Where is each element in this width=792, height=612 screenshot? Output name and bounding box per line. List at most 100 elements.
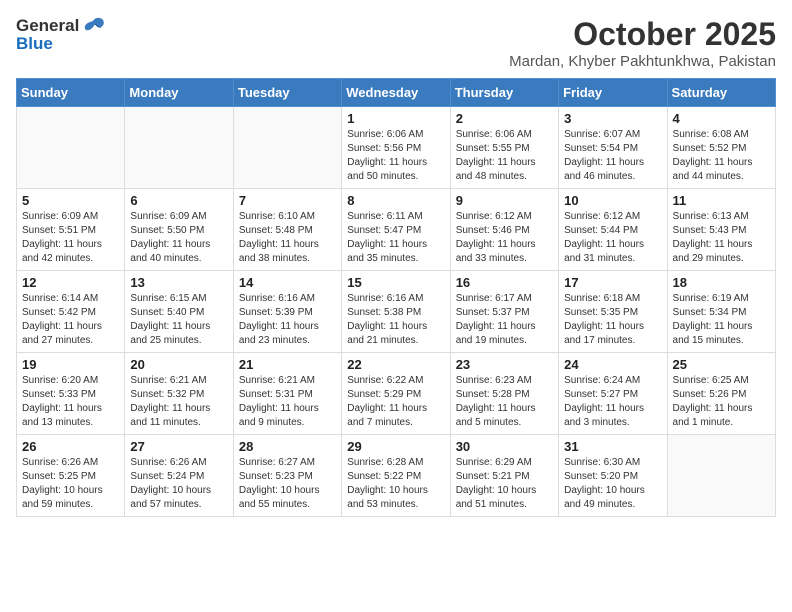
day-number: 16 xyxy=(456,275,553,290)
day-info: Sunrise: 6:19 AMSunset: 5:34 PMDaylight:… xyxy=(673,292,770,348)
day-number: 15 xyxy=(347,275,444,290)
day-info: Sunrise: 6:24 AMSunset: 5:27 PMDaylight:… xyxy=(564,374,661,430)
day-number: 19 xyxy=(22,357,119,372)
day-of-week-header: Sunday xyxy=(17,79,125,107)
day-number: 9 xyxy=(456,193,553,208)
day-number: 25 xyxy=(673,357,770,372)
day-info: Sunrise: 6:13 AMSunset: 5:43 PMDaylight:… xyxy=(673,210,770,266)
day-info: Sunrise: 6:09 AMSunset: 5:51 PMDaylight:… xyxy=(22,210,119,266)
day-info: Sunrise: 6:25 AMSunset: 5:26 PMDaylight:… xyxy=(673,374,770,430)
day-info: Sunrise: 6:16 AMSunset: 5:39 PMDaylight:… xyxy=(239,292,336,348)
day-info: Sunrise: 6:30 AMSunset: 5:20 PMDaylight:… xyxy=(564,456,661,512)
day-of-week-header: Saturday xyxy=(667,79,775,107)
calendar-cell: 30Sunrise: 6:29 AMSunset: 5:21 PMDayligh… xyxy=(450,435,558,517)
day-of-week-header: Wednesday xyxy=(342,79,450,107)
logo-blue-text: Blue xyxy=(16,34,53,54)
day-info: Sunrise: 6:20 AMSunset: 5:33 PMDaylight:… xyxy=(22,374,119,430)
day-number: 5 xyxy=(22,193,119,208)
day-of-week-header: Friday xyxy=(559,79,667,107)
calendar-cell: 12 Sunrise: 6:14 AMSunset: 5:42 PMDayligh… xyxy=(17,271,125,353)
day-number: 22 xyxy=(347,357,444,372)
day-info: Sunrise: 6:21 AMSunset: 5:32 PMDaylight:… xyxy=(130,374,227,430)
day-info: Sunrise: 6:10 AMSunset: 5:48 PMDaylight:… xyxy=(239,210,336,266)
calendar-cell: 25 Sunrise: 6:25 AMSunset: 5:26 PMDayligh… xyxy=(667,353,775,435)
day-number: 3 xyxy=(564,111,661,126)
calendar-cell: 16 Sunrise: 6:17 AMSunset: 5:37 PMDayligh… xyxy=(450,271,558,353)
page-header: General Blue October 2025 Mardan, Khyber… xyxy=(16,16,776,70)
title-section: October 2025 Mardan, Khyber Pakhtunkhwa,… xyxy=(509,16,776,70)
day-info: Sunrise: 6:23 AMSunset: 5:28 PMDaylight:… xyxy=(456,374,553,430)
calendar-cell: 20Sunrise: 6:21 AMSunset: 5:32 PMDayligh… xyxy=(125,353,233,435)
day-number: 12 xyxy=(22,275,119,290)
calendar-cell: 11 Sunrise: 6:13 AMSunset: 5:43 PMDayligh… xyxy=(667,189,775,271)
calendar-cell: 23Sunrise: 6:23 AMSunset: 5:28 PMDayligh… xyxy=(450,353,558,435)
calendar-cell xyxy=(125,107,233,189)
calendar-cell: 5 Sunrise: 6:09 AMSunset: 5:51 PMDaylight… xyxy=(17,189,125,271)
day-number: 17 xyxy=(564,275,661,290)
calendar-cell: 9 Sunrise: 6:12 AMSunset: 5:46 PMDaylight… xyxy=(450,189,558,271)
day-number: 10 xyxy=(564,193,661,208)
logo-bird-icon xyxy=(83,17,105,35)
day-number: 30 xyxy=(456,439,553,454)
month-title: October 2025 xyxy=(509,16,776,53)
day-number: 1 xyxy=(347,111,444,126)
calendar-week-row: 26 Sunrise: 6:26 AMSunset: 5:25 PMDayligh… xyxy=(17,435,776,517)
calendar-cell: 7 Sunrise: 6:10 AMSunset: 5:48 PMDaylight… xyxy=(233,189,341,271)
location-text: Mardan, Khyber Pakhtunkhwa, Pakistan xyxy=(509,53,776,70)
calendar-cell: 31 Sunrise: 6:30 AMSunset: 5:20 PMDayligh… xyxy=(559,435,667,517)
day-info: Sunrise: 6:27 AMSunset: 5:23 PMDaylight:… xyxy=(239,456,336,512)
calendar-cell: 29 Sunrise: 6:28 AMSunset: 5:22 PMDayligh… xyxy=(342,435,450,517)
day-info: Sunrise: 6:09 AMSunset: 5:50 PMDaylight:… xyxy=(130,210,227,266)
day-number: 11 xyxy=(673,193,770,208)
day-number: 14 xyxy=(239,275,336,290)
day-number: 27 xyxy=(130,439,227,454)
day-info: Sunrise: 6:28 AMSunset: 5:22 PMDaylight:… xyxy=(347,456,444,512)
day-number: 24 xyxy=(564,357,661,372)
day-info: Sunrise: 6:12 AMSunset: 5:46 PMDaylight:… xyxy=(456,210,553,266)
day-number: 28 xyxy=(239,439,336,454)
day-number: 29 xyxy=(347,439,444,454)
calendar-week-row: 5 Sunrise: 6:09 AMSunset: 5:51 PMDaylight… xyxy=(17,189,776,271)
calendar-cell: 13 Sunrise: 6:15 AMSunset: 5:40 PMDayligh… xyxy=(125,271,233,353)
calendar-week-row: 19 Sunrise: 6:20 AMSunset: 5:33 PMDayligh… xyxy=(17,353,776,435)
calendar-cell: 8Sunrise: 6:11 AMSunset: 5:47 PMDaylight… xyxy=(342,189,450,271)
day-number: 26 xyxy=(22,439,119,454)
day-number: 31 xyxy=(564,439,661,454)
day-info: Sunrise: 6:12 AMSunset: 5:44 PMDaylight:… xyxy=(564,210,661,266)
day-info: Sunrise: 6:21 AMSunset: 5:31 PMDaylight:… xyxy=(239,374,336,430)
calendar-cell: 4Sunrise: 6:08 AMSunset: 5:52 PMDaylight… xyxy=(667,107,775,189)
day-of-week-header: Monday xyxy=(125,79,233,107)
day-number: 21 xyxy=(239,357,336,372)
day-info: Sunrise: 6:22 AMSunset: 5:29 PMDaylight:… xyxy=(347,374,444,430)
day-number: 7 xyxy=(239,193,336,208)
day-number: 18 xyxy=(673,275,770,290)
calendar-week-row: 12 Sunrise: 6:14 AMSunset: 5:42 PMDayligh… xyxy=(17,271,776,353)
day-of-week-header: Thursday xyxy=(450,79,558,107)
calendar-table: SundayMondayTuesdayWednesdayThursdayFrid… xyxy=(16,78,776,517)
day-number: 13 xyxy=(130,275,227,290)
day-info: Sunrise: 6:15 AMSunset: 5:40 PMDaylight:… xyxy=(130,292,227,348)
calendar-header-row: SundayMondayTuesdayWednesdayThursdayFrid… xyxy=(17,79,776,107)
day-info: Sunrise: 6:18 AMSunset: 5:35 PMDaylight:… xyxy=(564,292,661,348)
calendar-cell: 28 Sunrise: 6:27 AMSunset: 5:23 PMDayligh… xyxy=(233,435,341,517)
logo: General Blue xyxy=(16,16,105,54)
day-info: Sunrise: 6:26 AMSunset: 5:24 PMDaylight:… xyxy=(130,456,227,512)
day-info: Sunrise: 6:26 AMSunset: 5:25 PMDaylight:… xyxy=(22,456,119,512)
day-number: 6 xyxy=(130,193,227,208)
day-info: Sunrise: 6:14 AMSunset: 5:42 PMDaylight:… xyxy=(22,292,119,348)
calendar-cell: 24 Sunrise: 6:24 AMSunset: 5:27 PMDayligh… xyxy=(559,353,667,435)
day-of-week-header: Tuesday xyxy=(233,79,341,107)
day-number: 8 xyxy=(347,193,444,208)
calendar-cell: 17 Sunrise: 6:18 AMSunset: 5:35 PMDayligh… xyxy=(559,271,667,353)
calendar-cell: 3 Sunrise: 6:07 AMSunset: 5:54 PMDaylight… xyxy=(559,107,667,189)
calendar-cell xyxy=(667,435,775,517)
calendar-cell: 15Sunrise: 6:16 AMSunset: 5:38 PMDayligh… xyxy=(342,271,450,353)
calendar-cell xyxy=(17,107,125,189)
calendar-cell: 27 Sunrise: 6:26 AMSunset: 5:24 PMDayligh… xyxy=(125,435,233,517)
day-info: Sunrise: 6:07 AMSunset: 5:54 PMDaylight:… xyxy=(564,128,661,184)
day-info: Sunrise: 6:17 AMSunset: 5:37 PMDaylight:… xyxy=(456,292,553,348)
calendar-cell xyxy=(233,107,341,189)
calendar-cell: 26 Sunrise: 6:26 AMSunset: 5:25 PMDayligh… xyxy=(17,435,125,517)
calendar-week-row: 1Sunrise: 6:06 AMSunset: 5:56 PMDaylight… xyxy=(17,107,776,189)
logo-general-text: General xyxy=(16,16,79,36)
